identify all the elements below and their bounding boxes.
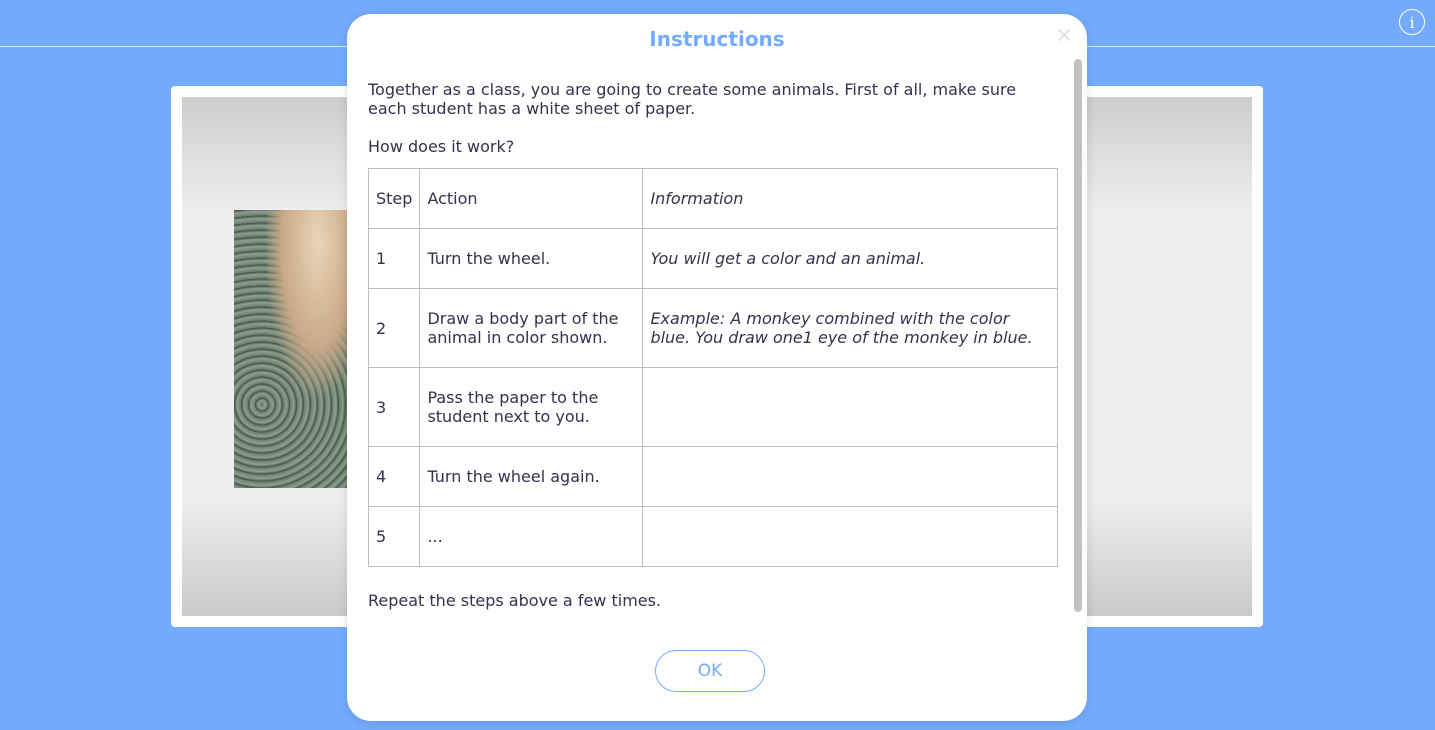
ok-button[interactable]: OK [655, 650, 765, 692]
info-cell [642, 446, 1058, 507]
step-cell: 4 [367, 446, 421, 507]
intro-text: Together as a class, you are going to cr… [368, 80, 1017, 118]
info-icon[interactable]: i [1399, 9, 1425, 35]
table-row: 4 Turn the wheel again. [367, 446, 1058, 507]
question-text: How does it work? [368, 137, 515, 156]
step-cell: 5 [367, 506, 421, 567]
step-cell: 1 [367, 228, 421, 289]
info-cell [642, 506, 1058, 567]
info-cell: Example: A monkey combined with the colo… [642, 288, 1058, 368]
header-information: Information [642, 168, 1058, 229]
modal-scrollbar[interactable] [1074, 59, 1082, 612]
outro-text: Repeat the steps above a few times. [368, 591, 662, 610]
action-cell: Draw a body part of the animal in color … [419, 288, 644, 368]
header-step: Step [367, 168, 421, 229]
table-row: 1 Turn the wheel. You will get a color a… [367, 228, 1058, 289]
modal-content: Together as a class, you are going to cr… [367, 80, 1058, 610]
info-cell: You will get a color and an animal. [642, 228, 1058, 289]
instructions-modal: Instructions ✕ Together as a class, you … [347, 14, 1087, 721]
close-icon[interactable]: ✕ [1055, 24, 1073, 49]
card-letter: W [1279, 405, 1374, 517]
table-row: 2 Draw a body part of the animal in colo… [367, 288, 1058, 368]
action-cell: Turn the wheel. [419, 228, 644, 289]
table-header-row: Step Action Information [367, 168, 1058, 229]
header-action: Action [419, 168, 644, 229]
action-cell: ... [419, 506, 644, 567]
table-row: 5 ... [367, 506, 1058, 567]
steps-table: Step Action Information 1 Turn the wheel… [367, 168, 1058, 567]
step-cell: 2 [367, 288, 421, 368]
modal-title: Instructions [649, 27, 785, 51]
step-cell: 3 [367, 367, 421, 447]
table-row: 3 Pass the paper to the student next to … [367, 367, 1058, 447]
action-cell: Pass the paper to the student next to yo… [419, 367, 644, 447]
info-cell [642, 367, 1058, 447]
action-cell: Turn the wheel again. [419, 446, 644, 507]
